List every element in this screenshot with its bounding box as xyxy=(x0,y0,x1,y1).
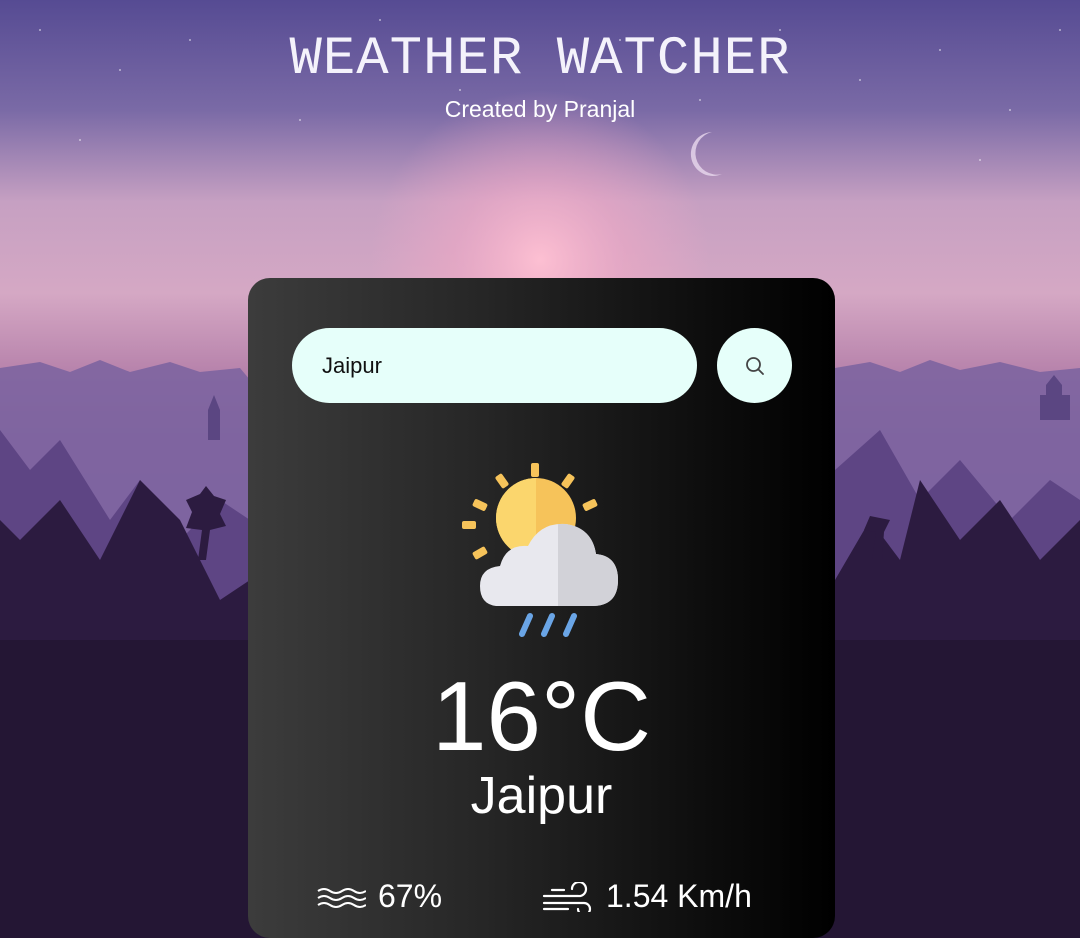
humidity-value: 67% xyxy=(378,878,443,914)
page-title: WEATHER WATCHER xyxy=(289,29,791,90)
sun-cloud-rain-icon xyxy=(462,463,618,637)
wind-value: 1.54 Km/h xyxy=(606,878,752,914)
wind-detail: 1.54 Km/h xyxy=(542,878,752,915)
page-subtitle: Created by Pranjal xyxy=(444,96,636,122)
search-icon xyxy=(745,356,764,375)
search-button[interactable] xyxy=(717,328,792,403)
humidity-detail: 67% xyxy=(316,878,442,915)
weather-details: 67% 1.54 Km/h xyxy=(316,878,836,922)
page-header: WEATHER WATCHER Created by Pranjal xyxy=(0,28,1080,123)
weather-card: 16°C Jaipur 67% 1.54 Km/h xyxy=(248,278,835,938)
humidity-waves-icon xyxy=(317,887,366,908)
search-input[interactable] xyxy=(292,328,697,403)
temperature: 16°C xyxy=(432,661,651,771)
city-name: Jaipur xyxy=(470,767,613,825)
wind-icon xyxy=(542,881,592,912)
